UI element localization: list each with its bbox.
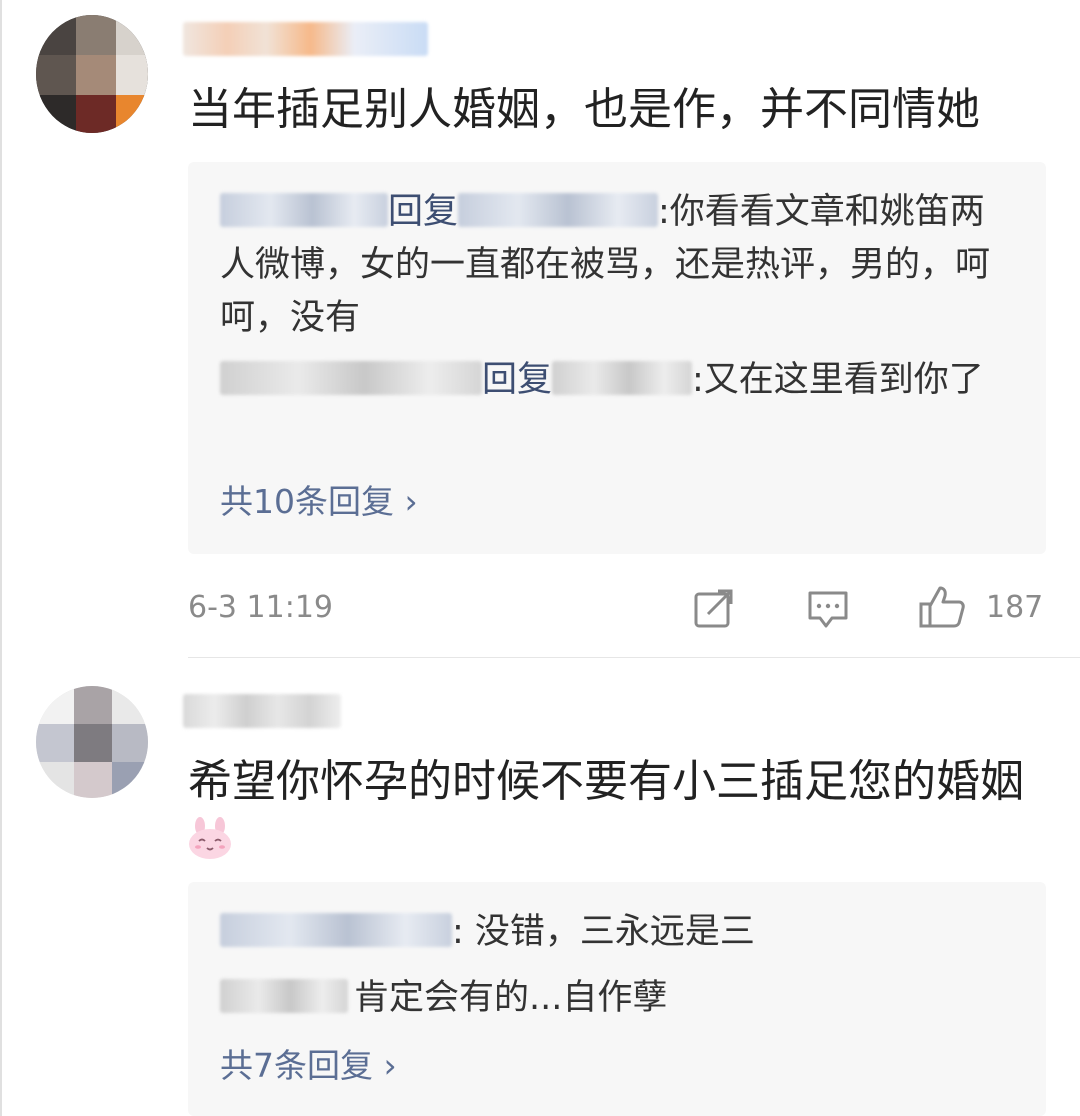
reply-verb: 回复	[388, 192, 459, 232]
comment-divider	[188, 657, 1080, 658]
reply-item[interactable]: 回复 :又在这里看到你了	[220, 354, 1014, 407]
comment-text: 希望你怀孕的时候不要有小三插足您的婚姻	[188, 756, 1024, 807]
comment-timestamp: 6-3 11:19	[188, 590, 333, 625]
reply-username[interactable]	[220, 979, 348, 1013]
reply-item[interactable]: : 没错，三永远是三	[220, 906, 1014, 959]
username[interactable]	[183, 694, 341, 728]
username[interactable]	[183, 22, 428, 56]
screen-edge	[0, 0, 2, 1116]
reply-preview-box[interactable]: : 没错，三永远是三 肯定会有的...自作孽 共7条回复 ›	[188, 882, 1046, 1116]
reply-username[interactable]	[220, 913, 452, 947]
reply-verb: 回复	[482, 360, 553, 400]
thumbs-up-icon[interactable]	[918, 584, 966, 630]
reply-text: : 没错，三永远是三	[452, 912, 755, 952]
comment-icon[interactable]	[806, 588, 850, 630]
avatar[interactable]	[36, 686, 148, 798]
reply-item[interactable]: 肯定会有的...自作孽	[220, 972, 1014, 1025]
reply-target-username[interactable]	[458, 193, 659, 227]
view-all-replies-link[interactable]: 共10条回复 ›	[220, 480, 418, 524]
view-all-replies-link[interactable]: 共7条回复 ›	[220, 1044, 397, 1088]
repost-icon[interactable]	[692, 586, 736, 630]
reply-username[interactable]	[220, 361, 482, 395]
reply-item[interactable]: 回复:你看看文章和姚笛两人微博，女的一直都在被骂，还是热评，男的，呵呵，没有	[220, 186, 1014, 345]
reply-target-username[interactable]	[552, 361, 693, 395]
reply-text: 肯定会有的...自作孽	[354, 978, 668, 1018]
reply-username[interactable]	[220, 193, 388, 227]
comment-text: 当年插足别人婚姻，也是作，并不同情她	[188, 84, 980, 135]
reply-text: :又在这里看到你了	[692, 360, 984, 400]
avatar[interactable]	[36, 15, 148, 133]
rabbit-emoji	[186, 816, 234, 860]
like-count: 187	[986, 590, 1044, 625]
reply-preview-box[interactable]: 回复:你看看文章和姚笛两人微博，女的一直都在被骂，还是热评，男的，呵呵，没有 回…	[188, 162, 1046, 554]
